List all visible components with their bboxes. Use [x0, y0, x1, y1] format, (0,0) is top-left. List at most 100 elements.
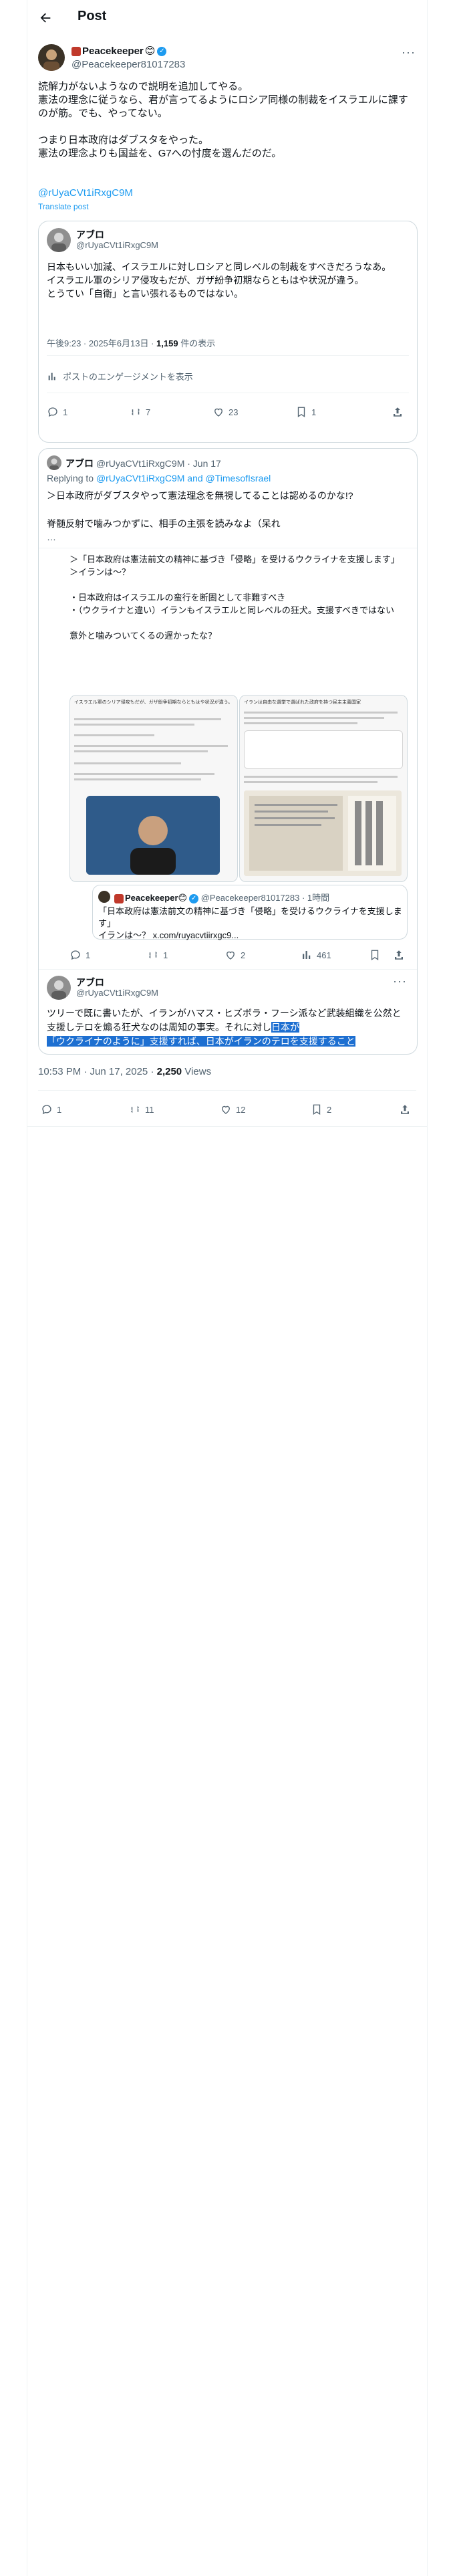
repost-icon [149, 951, 157, 959]
replying-prefix: Replying to [47, 473, 96, 484]
divider [27, 1126, 427, 1127]
quote-text: 日本もいい加減、イスラエルに対しロシアと同レベルの制裁をすべきだろうなあ。 イス… [47, 261, 392, 299]
verified-icon: ✓ [157, 47, 167, 57]
heart-icon [222, 1105, 230, 1114]
views-icon [303, 951, 311, 959]
back-arrow-icon[interactable] [38, 11, 53, 25]
like-count: 2 [241, 950, 246, 960]
text-line [74, 745, 228, 747]
repost-icon [131, 1105, 139, 1113]
screenshot-image-right[interactable]: イランは自由な選挙で選ばれた政府を持つ民主主義国家 [239, 695, 408, 882]
repost-button[interactable]: 1 [147, 949, 168, 961]
text-line [74, 762, 181, 764]
divider [38, 1090, 416, 1091]
divider [39, 969, 417, 970]
avatar [47, 976, 71, 1000]
reply-count: 1 [86, 950, 91, 960]
reply-author-name: アブロ [65, 458, 94, 469]
heart-icon [227, 951, 235, 960]
page-header: Post [27, 0, 427, 37]
embedded-author-row: Peacekeeper😊 ✓ @Peacekeeper81017283 · 1時間 [114, 891, 329, 903]
like-count: 23 [229, 407, 239, 417]
emoji-icon: 😊 [144, 45, 156, 57]
reply-button[interactable]: 1 [41, 1103, 61, 1115]
avatar[interactable] [38, 44, 65, 71]
reply2-text-highlight: 「ウクライナのように」支援すれば、日本がイランのテロを支援すること [47, 1036, 355, 1047]
mention-link[interactable]: @rUyaCVt1iRxgC9M [38, 187, 133, 199]
reply-icon [71, 950, 80, 960]
bookmark-icon [313, 1104, 321, 1115]
quote-thread-text: ＞「日本政府は憲法前文の精神に基づき「侵略」を受けるウクライナを支援します」 ＞… [69, 554, 400, 641]
like-count: 12 [236, 1104, 246, 1115]
share-icon [394, 407, 402, 417]
reply-author-row: アブロ @rUyaCVt1iRxgC9M · Jun 17 [65, 457, 221, 470]
like-button[interactable]: 23 [212, 406, 238, 418]
engagement-label: ポストのエンゲージメントを表示 [63, 372, 193, 382]
quote-views-label: 件の表示 [178, 338, 216, 348]
quote-author-handle: @rUyaCVt1iRxgC9M [76, 240, 158, 250]
news-photo [86, 796, 220, 875]
page-title: Post [78, 9, 107, 23]
share-button[interactable] [393, 949, 405, 961]
replying-to-row: Replying to @rUyaCVt1iRxgC9M and @Timeso… [47, 473, 271, 484]
views-count: 461 [317, 950, 331, 960]
author-handle[interactable]: @Peacekeeper81017283 [71, 59, 185, 70]
bookmark-icon [371, 950, 379, 961]
embedded-post-text: 「日本政府は憲法前文の精神に基づき「侵略」を受けるウクライナを支援します」 イラ… [98, 906, 402, 940]
reply-thread-card[interactable]: アブロ @rUyaCVt1iRxgC9M · Jun 17 Replying t… [38, 448, 418, 1055]
repost-count: 1 [163, 950, 168, 960]
like-button[interactable]: 12 [220, 1103, 245, 1115]
document-image [244, 790, 402, 876]
screenshot-caption: イスラエル軍のシリア侵攻もだが、ガザ紛争初期ならともはや状況が違う。 [74, 700, 233, 705]
text-line [244, 712, 398, 714]
engagement-link[interactable]: ポストのエンゲージメントを表示 [47, 370, 193, 383]
repost-icon [132, 408, 140, 416]
reply-count: 1 [63, 407, 68, 417]
text-line [74, 778, 201, 780]
post-timestamp-row: 10:53 PM · Jun 17, 2025 · 2,250 Views [38, 1066, 211, 1077]
author-name-row[interactable]: Peacekeeper 😊 ✓ [71, 45, 167, 57]
emoji-icon: 😊 [178, 893, 188, 903]
reply2-text-highlight: 日本が [271, 1022, 299, 1033]
repost-button[interactable]: 7 [130, 406, 150, 418]
post-timestamp[interactable]: 10:53 PM · Jun 17, 2025 · [38, 1066, 157, 1077]
bookmark-button[interactable]: 1 [295, 406, 316, 418]
post-views-label: Views [182, 1066, 212, 1077]
show-more-ellipsis[interactable]: … [47, 532, 56, 542]
reply-text: ＞日本政府がダブスタやって憲法理念を無視してることは認めるのかな!? 脊髄反射で… [47, 490, 353, 529]
screenshot-caption: イランは自由な選挙で選ばれた政府を持つ民主主義国家 [244, 700, 361, 705]
embedded-author-name: Peacekeeper [125, 893, 178, 903]
post-views-count: 2,250 [156, 1066, 182, 1077]
embedded-quoted-post[interactable]: Peacekeeper😊 ✓ @Peacekeeper81017283 · 1時間… [92, 885, 408, 940]
text-line [244, 781, 378, 783]
reply2-text-plain: ツリーで既に書いたが、イランがハマス・ヒズボラ・フーシ派など武装組織を公然と支援… [47, 1008, 402, 1033]
bookmark-button[interactable] [369, 949, 381, 961]
more-options-icon[interactable]: ··· [402, 45, 416, 60]
repost-count: 7 [146, 407, 151, 417]
timeline-column: Post Peacekeeper 😊 ✓ @Peacekeeper81017283 … [27, 0, 428, 2576]
quote-author-name: アブロ [76, 229, 104, 240]
reply-button[interactable]: 1 [69, 949, 90, 961]
quoted-post-card[interactable]: アブロ @rUyaCVt1iRxgC9M 日本もいい加減、イスラエルに対しロシア… [38, 221, 418, 443]
reply-icon [42, 1105, 51, 1115]
views-button[interactable]: 461 [301, 949, 331, 961]
post-text: 読解力がないようなので説明を追加してやる。 憲法の理念に従うなら、君が言ってるよ… [38, 81, 408, 159]
bookmark-count: 2 [327, 1104, 332, 1115]
reply-button[interactable]: 1 [47, 406, 67, 418]
bookmark-button[interactable]: 2 [311, 1103, 331, 1115]
share-button[interactable] [392, 406, 404, 418]
text-line [244, 722, 357, 724]
reply2-text: ツリーで既に書いたが、イランがハマス・ヒズボラ・フーシ派など武装組織を公然と支援… [47, 1006, 409, 1049]
quote-timestamp: 午後9:23 · 2025年6月13日 · [47, 338, 157, 348]
replying-to-link[interactable]: @rUyaCVt1iRxgC9M and @TimesofIsrael [96, 473, 271, 484]
share-button[interactable] [399, 1103, 411, 1115]
repost-button[interactable]: 11 [129, 1103, 154, 1115]
flag-badge-icon [114, 893, 124, 903]
like-button[interactable]: 2 [224, 949, 245, 961]
text-line [74, 724, 194, 726]
reply-author-handle: @rUyaCVt1iRxgC9M · Jun 17 [96, 458, 221, 469]
more-options-icon[interactable]: ··· [393, 974, 407, 988]
screenshot-image-left[interactable]: イスラエル軍のシリア侵攻もだが、ガザ紛争初期ならともはや状況が違う。 [69, 695, 238, 882]
translate-link[interactable]: Translate post [38, 202, 89, 211]
flag-badge-icon [71, 47, 81, 57]
